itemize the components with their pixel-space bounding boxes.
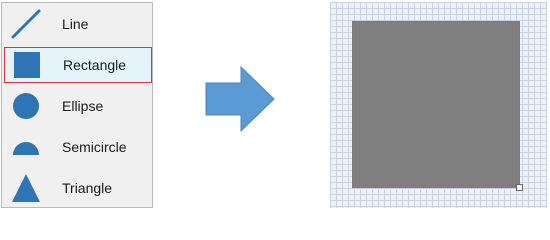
menu-item-label: Line [62,16,89,32]
line-icon [11,9,41,39]
menu-item-line[interactable]: Line [4,6,152,42]
menu-item-semicircle[interactable]: Semicircle [4,129,152,165]
resize-handle[interactable] [516,184,523,191]
menu-item-rectangle[interactable]: Rectangle [4,47,152,83]
menu-item-ellipse[interactable]: Ellipse [4,88,152,124]
rectangle-icon [14,52,40,78]
rectangle-shape[interactable] [352,21,520,188]
ellipse-icon [13,93,39,119]
menu-item-label: Ellipse [62,98,104,114]
semicircle-icon [13,142,39,155]
menu-item-label: Triangle [62,180,113,196]
menu-item-triangle[interactable]: Triangle [4,170,152,206]
right-arrow-icon [205,66,275,132]
menu-item-label: Semicircle [62,139,127,155]
shape-menu: Line Rectangle Ellipse Semicircle Triang… [1,2,153,208]
triangle-icon [12,174,40,202]
menu-item-label: Rectangle [63,57,127,73]
drawing-canvas[interactable] [330,2,547,208]
